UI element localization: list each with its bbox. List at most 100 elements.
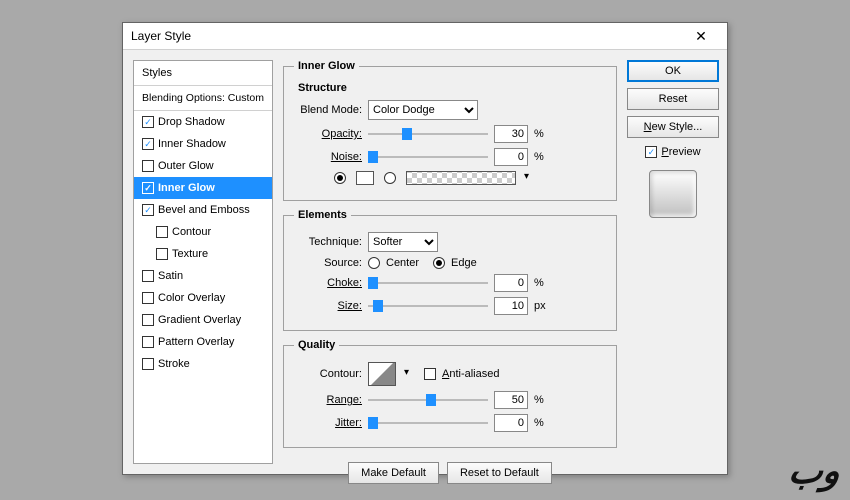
ok-button[interactable]: OK — [627, 60, 719, 82]
effect-contour[interactable]: Contour — [134, 221, 272, 243]
color-solid-radio[interactable] — [334, 172, 346, 184]
source-center-radio[interactable] — [368, 257, 380, 269]
effect-label: Gradient Overlay — [158, 314, 241, 326]
size-slider[interactable] — [368, 299, 488, 313]
blend-mode-select[interactable]: Color Dodge — [368, 100, 478, 120]
quality-panel: Quality Contour: Anti-aliased Range: % J… — [283, 339, 617, 448]
jitter-unit: % — [534, 417, 544, 429]
effect-checkbox[interactable] — [142, 160, 154, 172]
effect-label: Color Overlay — [158, 292, 225, 304]
reset-button[interactable]: Reset — [627, 88, 719, 110]
color-gradient-radio[interactable] — [384, 172, 396, 184]
opacity-unit: % — [534, 128, 544, 140]
noise-unit: % — [534, 151, 544, 163]
size-label[interactable]: Size: — [294, 300, 362, 312]
structure-heading: Structure — [298, 82, 606, 94]
effect-checkbox[interactable] — [142, 138, 154, 150]
effect-checkbox[interactable] — [142, 292, 154, 304]
preview-checkbox[interactable] — [645, 146, 657, 158]
effect-satin[interactable]: Satin — [134, 265, 272, 287]
gradient-picker[interactable] — [406, 171, 516, 185]
effect-label: Stroke — [158, 358, 190, 370]
opacity-label[interactable]: Opacity: — [294, 128, 362, 140]
color-swatch[interactable] — [356, 171, 374, 185]
effect-drop-shadow[interactable]: Drop Shadow — [134, 111, 272, 133]
choke-unit: % — [534, 277, 544, 289]
titlebar: Layer Style ✕ — [123, 23, 727, 50]
jitter-slider[interactable] — [368, 416, 488, 430]
noise-label[interactable]: Noise: — [294, 151, 362, 163]
opacity-slider[interactable] — [368, 127, 488, 141]
blend-mode-label: Blend Mode: — [294, 104, 362, 116]
choke-label[interactable]: Choke: — [294, 277, 362, 289]
antialiased-checkbox[interactable] — [424, 368, 436, 380]
styles-header[interactable]: Styles — [134, 61, 272, 86]
source-edge-label: Edge — [451, 257, 477, 269]
range-label[interactable]: Range: — [294, 394, 362, 406]
effect-checkbox[interactable] — [142, 270, 154, 282]
preview-label: Preview — [661, 146, 700, 158]
elements-heading: Elements — [294, 209, 351, 221]
effect-label: Outer Glow — [158, 160, 214, 172]
effect-inner-glow[interactable]: Inner Glow — [134, 177, 272, 199]
jitter-label[interactable]: Jitter: — [294, 417, 362, 429]
technique-select[interactable]: Softer — [368, 232, 438, 252]
contour-label: Contour: — [294, 368, 362, 380]
watermark-logo: وب — [786, 450, 843, 492]
choke-input[interactable] — [494, 274, 528, 292]
effect-checkbox[interactable] — [142, 336, 154, 348]
elements-panel: Elements Technique: Softer Source: Cente… — [283, 209, 617, 331]
effect-label: Satin — [158, 270, 183, 282]
close-button[interactable]: ✕ — [683, 23, 719, 49]
effect-stroke[interactable]: Stroke — [134, 353, 272, 375]
effect-texture[interactable]: Texture — [134, 243, 272, 265]
effect-bevel-and-emboss[interactable]: Bevel and Emboss — [134, 199, 272, 221]
source-edge-radio[interactable] — [433, 257, 445, 269]
inner-glow-panel: Inner Glow Structure Blend Mode: Color D… — [283, 60, 617, 201]
effect-checkbox[interactable] — [142, 358, 154, 370]
effect-label: Texture — [172, 248, 208, 260]
styles-list: Styles Blending Options: Custom Drop Sha… — [133, 60, 273, 464]
layer-style-dialog: Layer Style ✕ Styles Blending Options: C… — [122, 22, 728, 475]
choke-slider[interactable] — [368, 276, 488, 290]
reset-default-button[interactable]: Reset to Default — [447, 462, 552, 484]
contour-picker[interactable] — [368, 362, 396, 386]
effect-checkbox[interactable] — [156, 226, 168, 238]
range-slider[interactable] — [368, 393, 488, 407]
effect-label: Inner Shadow — [158, 138, 226, 150]
source-label: Source: — [294, 257, 362, 269]
effect-inner-shadow[interactable]: Inner Shadow — [134, 133, 272, 155]
effect-label: Bevel and Emboss — [158, 204, 250, 216]
quality-heading: Quality — [294, 339, 339, 351]
opacity-input[interactable] — [494, 125, 528, 143]
size-unit: px — [534, 300, 546, 312]
dialog-title: Layer Style — [131, 29, 683, 43]
panel-title: Inner Glow — [294, 60, 359, 72]
preview-thumbnail — [649, 170, 697, 218]
range-input[interactable] — [494, 391, 528, 409]
make-default-button[interactable]: Make Default — [348, 462, 439, 484]
effect-outer-glow[interactable]: Outer Glow — [134, 155, 272, 177]
antialiased-label: Anti-aliased — [442, 368, 499, 380]
effect-label: Pattern Overlay — [158, 336, 234, 348]
technique-label: Technique: — [294, 236, 362, 248]
effect-label: Drop Shadow — [158, 116, 225, 128]
effect-pattern-overlay[interactable]: Pattern Overlay — [134, 331, 272, 353]
effect-label: Inner Glow — [158, 182, 215, 194]
effect-checkbox[interactable] — [142, 204, 154, 216]
effect-checkbox[interactable] — [142, 116, 154, 128]
source-center-label: Center — [386, 257, 419, 269]
new-style-button[interactable]: New Style... — [627, 116, 719, 138]
effect-gradient-overlay[interactable]: Gradient Overlay — [134, 309, 272, 331]
effect-checkbox[interactable] — [142, 314, 154, 326]
effect-label: Contour — [172, 226, 211, 238]
size-input[interactable] — [494, 297, 528, 315]
jitter-input[interactable] — [494, 414, 528, 432]
effect-checkbox[interactable] — [156, 248, 168, 260]
range-unit: % — [534, 394, 544, 406]
noise-slider[interactable] — [368, 150, 488, 164]
noise-input[interactable] — [494, 148, 528, 166]
effect-color-overlay[interactable]: Color Overlay — [134, 287, 272, 309]
effect-checkbox[interactable] — [142, 182, 154, 194]
blending-options[interactable]: Blending Options: Custom — [134, 86, 272, 111]
